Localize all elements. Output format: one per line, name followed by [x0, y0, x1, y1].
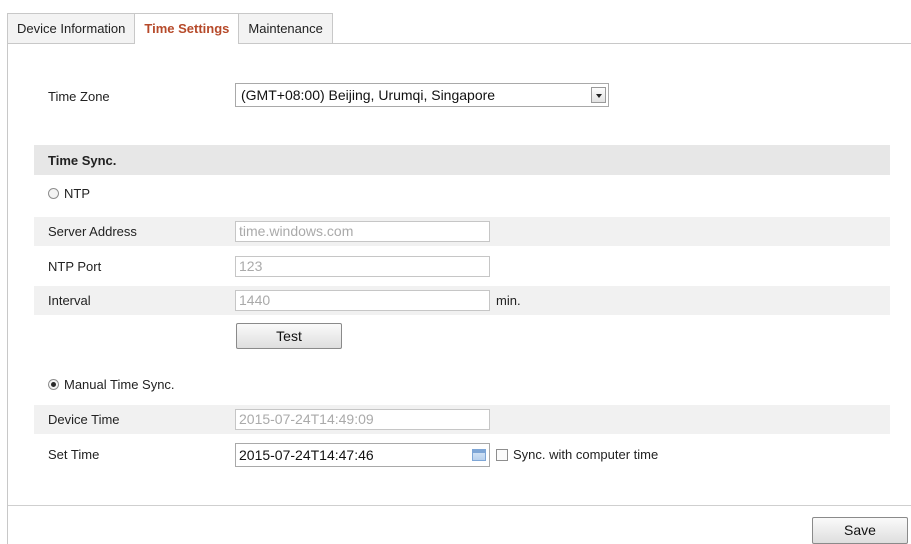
- server-address-label: Server Address: [48, 224, 137, 239]
- server-address-row: Server Address time.windows.com: [34, 217, 890, 246]
- ntp-port-row: NTP Port 123: [34, 252, 890, 281]
- device-time-row: Device Time 2015-07-24T14:49:09: [34, 405, 890, 434]
- footer-divider: [8, 505, 911, 506]
- time-sync-title: Time Sync.: [48, 153, 117, 168]
- device-time-input: 2015-07-24T14:49:09: [235, 409, 490, 430]
- calendar-icon[interactable]: [472, 448, 486, 461]
- ntp-port-input[interactable]: 123: [235, 256, 490, 277]
- interval-input[interactable]: 1440: [235, 290, 490, 311]
- tab-maintenance[interactable]: Maintenance: [238, 13, 333, 43]
- time-zone-label: Time Zone: [48, 89, 110, 104]
- manual-sync-radio[interactable]: [48, 379, 59, 390]
- set-time-label: Set Time: [48, 447, 100, 462]
- device-time-label: Device Time: [48, 412, 120, 427]
- time-zone-select[interactable]: (GMT+08:00) Beijing, Urumqi, Singapore: [235, 83, 609, 107]
- set-time-value: 2015-07-24T14:47:46: [239, 446, 374, 463]
- tab-device-information[interactable]: Device Information: [7, 13, 136, 43]
- set-time-input[interactable]: 2015-07-24T14:47:46: [235, 442, 490, 467]
- time-sync-header: Time Sync.: [34, 145, 890, 175]
- interval-label: Interval: [48, 293, 91, 308]
- save-button[interactable]: Save: [812, 517, 908, 544]
- ntp-label: NTP: [64, 186, 90, 201]
- interval-unit: min.: [496, 293, 521, 308]
- sync-computer-checkbox[interactable]: [496, 448, 508, 461]
- interval-row: Interval 1440 min.: [34, 286, 890, 315]
- ntp-radio[interactable]: [48, 188, 59, 199]
- test-button[interactable]: Test: [236, 323, 342, 349]
- ntp-port-label: NTP Port: [48, 259, 102, 274]
- dropdown-arrow-icon[interactable]: [591, 87, 606, 103]
- sync-computer-label: Sync. with computer time: [513, 447, 659, 462]
- tab-bar: Device Information Time Settings Mainten…: [7, 13, 333, 44]
- manual-sync-label: Manual Time Sync.: [64, 377, 175, 392]
- server-address-input[interactable]: time.windows.com: [235, 221, 490, 242]
- set-time-row: Set Time 2015-07-24T14:47:46 Sync. with …: [34, 440, 890, 469]
- manual-sync-option[interactable]: Manual Time Sync.: [48, 377, 175, 392]
- tab-time-settings[interactable]: Time Settings: [134, 13, 240, 44]
- time-zone-value: (GMT+08:00) Beijing, Urumqi, Singapore: [241, 87, 496, 103]
- ntp-option[interactable]: NTP: [48, 186, 90, 201]
